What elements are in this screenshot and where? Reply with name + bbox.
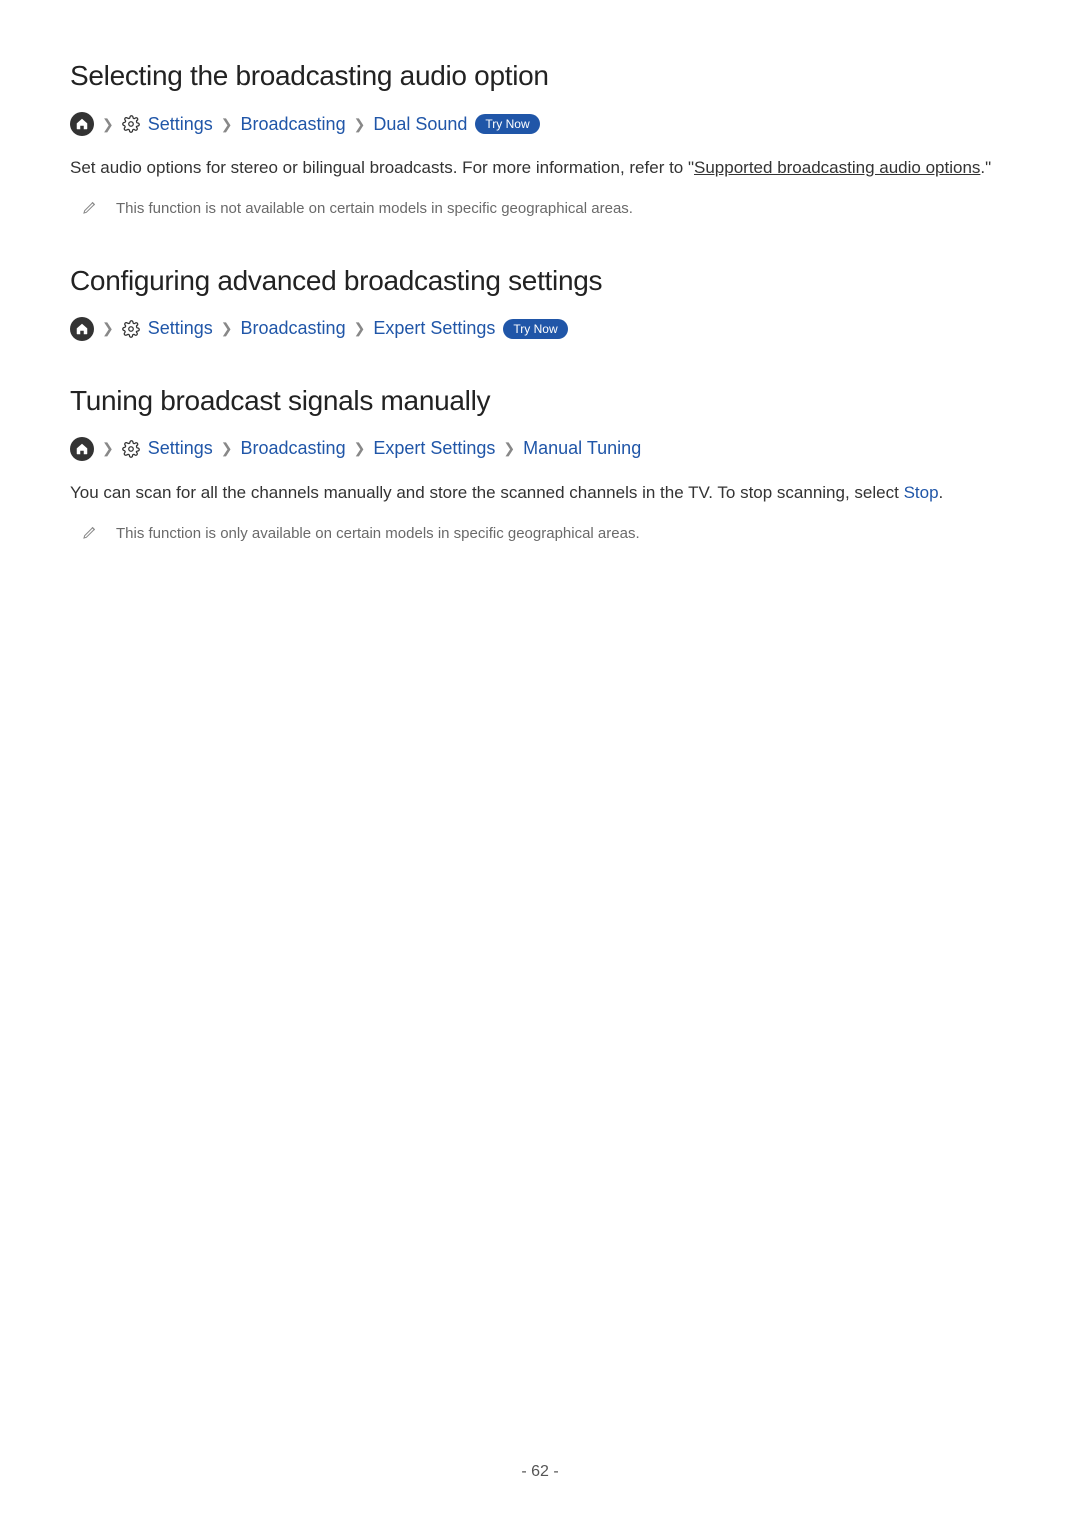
- chevron-right-icon: ❯: [354, 320, 366, 337]
- page-number: - 62 -: [0, 1463, 1080, 1481]
- chevron-right-icon: ❯: [503, 440, 515, 457]
- note-text: This function is not available on certai…: [116, 197, 633, 221]
- home-icon: [70, 317, 94, 341]
- heading: Tuning broadcast signals manually: [70, 385, 1010, 417]
- pencil-icon: [82, 199, 98, 215]
- breadcrumb-dual-sound[interactable]: Dual Sound: [373, 114, 467, 135]
- body-text: You can scan for all the channels manual…: [70, 479, 1010, 508]
- breadcrumb: ❯ Settings ❯ Broadcasting ❯ Expert Setti…: [70, 317, 1010, 341]
- breadcrumb-settings[interactable]: Settings: [148, 318, 213, 339]
- home-icon: [70, 112, 94, 136]
- chevron-right-icon: ❯: [102, 116, 114, 133]
- text: .": [980, 158, 991, 177]
- section-manual-tuning: Tuning broadcast signals manually ❯ Sett…: [70, 385, 1010, 546]
- gear-icon: [122, 440, 140, 458]
- breadcrumb-manual-tuning[interactable]: Manual Tuning: [523, 438, 641, 459]
- heading: Configuring advanced broadcasting settin…: [70, 265, 1010, 297]
- text: You can scan for all the channels manual…: [70, 483, 904, 502]
- chevron-right-icon: ❯: [354, 116, 366, 133]
- body-text: Set audio options for stereo or bilingua…: [70, 154, 1010, 183]
- heading: Selecting the broadcasting audio option: [70, 60, 1010, 92]
- breadcrumb-expert-settings[interactable]: Expert Settings: [373, 438, 495, 459]
- try-now-badge[interactable]: Try Now: [475, 114, 539, 134]
- breadcrumb-broadcasting[interactable]: Broadcasting: [241, 114, 346, 135]
- text: Set audio options for stereo or bilingua…: [70, 158, 694, 177]
- note: This function is only available on certa…: [82, 522, 1010, 546]
- note-text: This function is only available on certa…: [116, 522, 640, 546]
- stop-link[interactable]: Stop: [904, 483, 939, 502]
- text: .: [939, 483, 944, 502]
- note: This function is not available on certai…: [82, 197, 1010, 221]
- chevron-right-icon: ❯: [102, 440, 114, 457]
- breadcrumb: ❯ Settings ❯ Broadcasting ❯ Expert Setti…: [70, 437, 1010, 461]
- pencil-icon: [82, 524, 98, 540]
- home-icon: [70, 437, 94, 461]
- breadcrumb-expert-settings[interactable]: Expert Settings: [373, 318, 495, 339]
- gear-icon: [122, 320, 140, 338]
- breadcrumb-settings[interactable]: Settings: [148, 438, 213, 459]
- chevron-right-icon: ❯: [354, 440, 366, 457]
- try-now-badge[interactable]: Try Now: [503, 319, 567, 339]
- gear-icon: [122, 115, 140, 133]
- section-advanced-broadcasting: Configuring advanced broadcasting settin…: [70, 265, 1010, 341]
- breadcrumb-settings[interactable]: Settings: [148, 114, 213, 135]
- breadcrumb: ❯ Settings ❯ Broadcasting ❯ Dual Sound T…: [70, 112, 1010, 136]
- breadcrumb-broadcasting[interactable]: Broadcasting: [241, 318, 346, 339]
- chevron-right-icon: ❯: [102, 320, 114, 337]
- chevron-right-icon: ❯: [221, 320, 233, 337]
- breadcrumb-broadcasting[interactable]: Broadcasting: [241, 438, 346, 459]
- section-broadcasting-audio: Selecting the broadcasting audio option …: [70, 60, 1010, 221]
- cross-reference-link[interactable]: Supported broadcasting audio options: [694, 158, 980, 177]
- chevron-right-icon: ❯: [221, 116, 233, 133]
- chevron-right-icon: ❯: [221, 440, 233, 457]
